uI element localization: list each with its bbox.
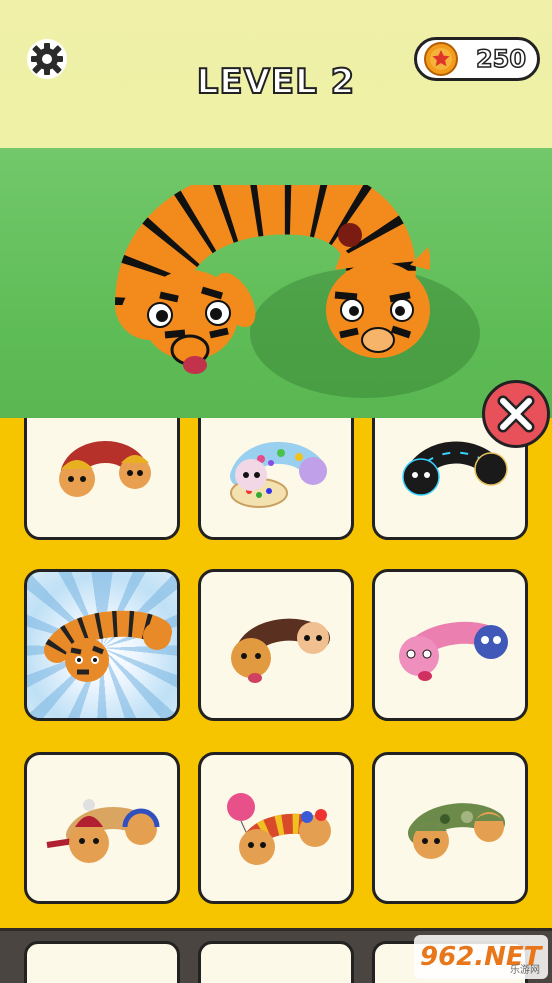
winter-worm-icon [46, 799, 160, 863]
coin-count: 250 [475, 44, 527, 74]
star-coin-icon [424, 42, 458, 76]
game-scene: LEVEL 2 250 [0, 0, 552, 420]
skin-card-rainbow-paint[interactable] [198, 418, 354, 540]
close-icon [497, 395, 535, 433]
skin-selection-panel [0, 418, 552, 928]
skin-card-tiger[interactable] [24, 569, 180, 721]
pink-blue-worm-icon [399, 621, 508, 681]
bottom-tab-2[interactable] [198, 941, 354, 983]
skin-card-winter-headphones[interactable] [24, 752, 180, 904]
tiger-worm-character [115, 185, 430, 374]
bottom-tab-1[interactable] [24, 941, 180, 983]
camo-worm-icon [408, 803, 505, 859]
skin-card-camo[interactable] [372, 752, 528, 904]
skin-card-dog-cat[interactable] [198, 569, 354, 721]
clown-worm-icon [227, 793, 331, 865]
skin-card-clown-balloon[interactable] [198, 752, 354, 904]
watermark: 962.NET 乐游网 [414, 935, 548, 979]
tiger-worm-icon [44, 610, 172, 682]
watermark-subtext: 乐游网 [510, 965, 540, 976]
firefighter-worm-icon [59, 441, 151, 497]
rainbow-worm-icon [230, 441, 327, 508]
close-button[interactable] [482, 380, 550, 448]
coin-counter: 250 [414, 37, 540, 81]
skin-card-pink-blue[interactable] [372, 569, 528, 721]
skin-card-firefighter[interactable] [24, 418, 180, 540]
dog-cat-worm-icon [231, 618, 330, 683]
